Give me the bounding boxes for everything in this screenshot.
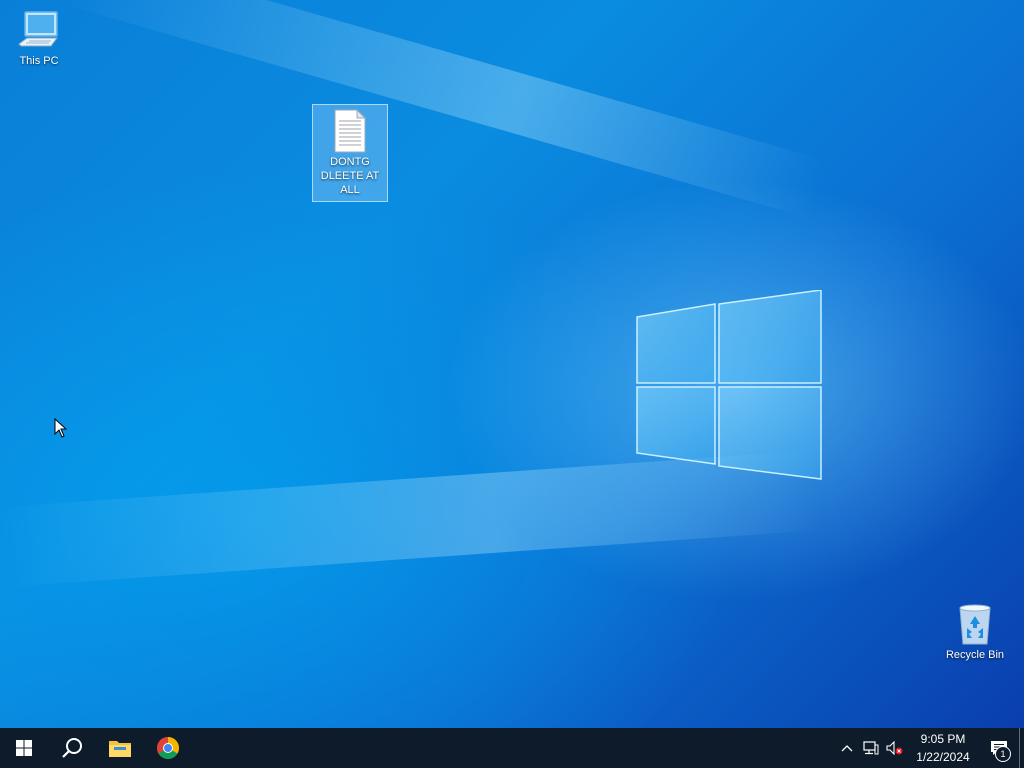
search-icon [62, 738, 82, 758]
clock[interactable]: 9:05 PM 1/22/2024 [907, 730, 979, 766]
desktop-icon-label: DONTG DLEETE AT ALL [320, 156, 380, 196]
windows-start-icon [16, 740, 32, 756]
taskbar: 9:05 PM 1/22/2024 1 [0, 728, 1024, 768]
clock-time: 9:05 PM [920, 732, 966, 746]
volume-muted-icon [886, 741, 903, 755]
text-document-icon [334, 109, 367, 153]
network-icon [863, 741, 879, 755]
windows-logo-wallpaper [636, 290, 822, 480]
mouse-cursor-icon [54, 418, 68, 438]
show-hidden-icons-button[interactable] [835, 728, 859, 768]
chevron-up-icon [841, 745, 853, 752]
computer-icon [18, 11, 58, 47]
chrome-icon [157, 737, 179, 759]
desktop-icon-recycle-bin[interactable]: Recycle Bin [937, 602, 1013, 662]
search-button[interactable] [48, 728, 96, 768]
clock-date: 1/22/2024 [916, 750, 970, 764]
system-tray: 9:05 PM 1/22/2024 1 [835, 728, 1024, 768]
chrome-button[interactable] [144, 728, 192, 768]
desktop-icon-text-file[interactable]: DONTG DLEETE AT ALL [312, 104, 388, 202]
desktop[interactable]: This PC DONTG DLEETE AT ALL Recycle Bin [0, 0, 1024, 728]
recycle-bin-icon [959, 604, 991, 645]
desktop-icon-this-pc[interactable]: This PC [1, 10, 77, 68]
show-desktop-button[interactable] [1019, 728, 1024, 768]
notification-count-badge: 1 [995, 746, 1011, 762]
start-button[interactable] [0, 728, 48, 768]
volume-button[interactable] [883, 728, 907, 768]
desktop-icon-label: Recycle Bin [945, 649, 1005, 661]
desktop-icon-label: This PC [19, 55, 59, 67]
action-center-button[interactable]: 1 [979, 728, 1019, 768]
light-beam [61, 0, 829, 219]
file-explorer-icon [109, 741, 131, 757]
network-button[interactable] [859, 728, 883, 768]
file-explorer-button[interactable] [96, 728, 144, 768]
